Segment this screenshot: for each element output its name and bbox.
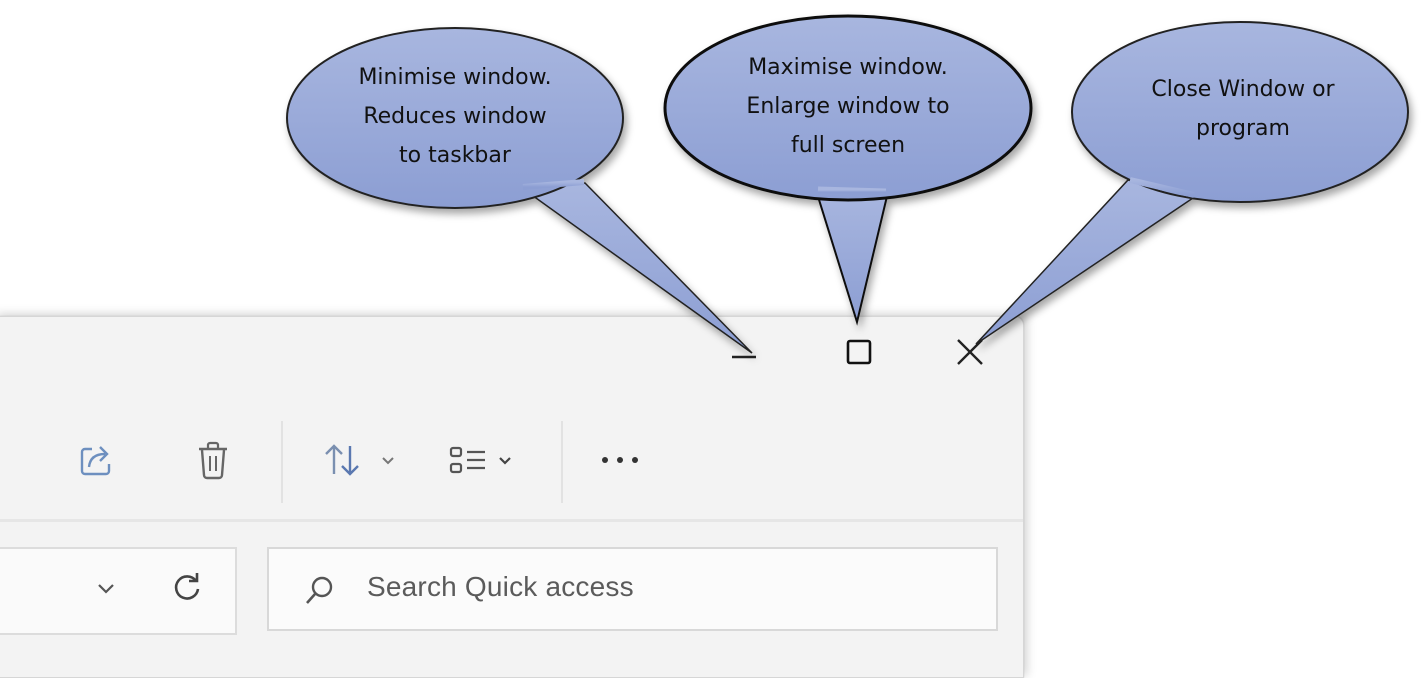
callout-line: program xyxy=(1196,116,1290,141)
callout-line: to taskbar xyxy=(399,143,511,168)
callout-line: Reduces window xyxy=(363,104,547,129)
callout-line: full screen xyxy=(790,133,906,158)
callout-line: Enlarge window to xyxy=(746,94,950,119)
minimise-callout-text: Minimise window. Reduces window to taskb… xyxy=(305,58,605,175)
callout-line: Maximise window. xyxy=(748,55,948,80)
maximise-callout-text: Maximise window. Enlarge window to full … xyxy=(698,48,998,165)
close-callout-text: Close Window or program xyxy=(1093,70,1393,148)
callout-line: Close Window or xyxy=(1151,77,1335,102)
callout-line: Minimise window. xyxy=(358,65,552,90)
